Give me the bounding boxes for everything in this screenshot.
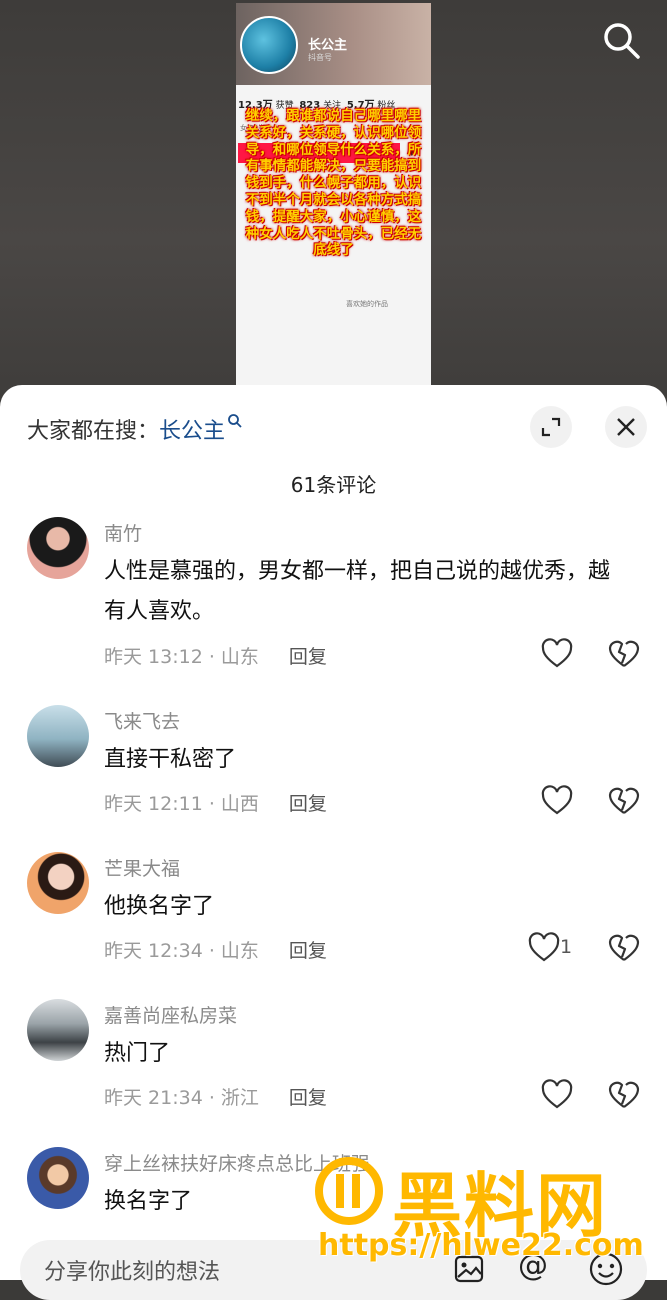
user-avatar[interactable] (27, 705, 89, 767)
comment-text: 人性是慕强的，男女都一样，把自己说的越优秀，越有人喜欢。 (104, 559, 611, 624)
close-icon (617, 418, 635, 436)
comment-username[interactable]: 南竹 (104, 519, 142, 546)
video-overlay-text: 继续，跟谁都说自己哪里哪里关系好，关系硬，认识哪位领导，和哪位领导什么关系，所有… (245, 108, 422, 259)
comment-count: 61条评论 (290, 473, 377, 497)
heart-icon[interactable] (540, 784, 574, 818)
reply-button[interactable]: 回复 (289, 793, 327, 815)
small-search-icon (228, 414, 242, 428)
comment-text: 直接干私密了 (104, 747, 237, 772)
expand-button[interactable] (530, 406, 572, 448)
profile-name: 长公主 (308, 38, 348, 53)
heart-icon[interactable] (540, 637, 574, 671)
heart-icon[interactable] (527, 931, 561, 965)
hot-search: 大家都在搜：长公主 (27, 413, 243, 445)
comment-text: 换名字了 (104, 1189, 193, 1214)
comment-text: 热门了 (104, 1041, 171, 1066)
like-count: 1 (560, 936, 573, 958)
reply-button[interactable]: 回复 (289, 1087, 327, 1109)
comment-text: 他换名字了 (104, 894, 215, 919)
comment-meta: 昨天 21:34 · 浙江 回复 (104, 1083, 327, 1110)
comment-username[interactable]: 嘉善尚座私房菜 (104, 1001, 237, 1028)
comment-time: 昨天 12:34 · 山东 (104, 940, 259, 962)
profile-header: 长公主 抖音号 (236, 3, 431, 85)
comment-input[interactable]: 分享你此刻的想法 @ (20, 1240, 647, 1300)
hot-search-link[interactable]: 长公主 (159, 419, 225, 444)
profile-avatar (240, 16, 298, 74)
comment-meta: 昨天 12:11 · 山西 回复 (104, 789, 327, 816)
hot-search-label: 大家都在搜： (27, 419, 160, 444)
broken-heart-icon[interactable] (606, 784, 642, 818)
comment-meta: 昨天 12:34 · 山东 回复 (104, 936, 327, 963)
expand-icon (541, 417, 561, 437)
comment-time: 昨天 13:12 · 山东 (104, 646, 259, 668)
user-avatar[interactable] (27, 1147, 89, 1209)
comment-meta: 昨天 13:12 · 山东 回复 (104, 642, 327, 669)
reply-button[interactable]: 回复 (289, 646, 327, 668)
comment-time: 昨天 21:34 · 浙江 (104, 1087, 259, 1109)
comment-sheet: 大家都在搜：长公主 61条评论 南竹 人性是慕强的，男女都一样，把自己说的越优秀… (0, 385, 667, 1300)
user-avatar[interactable] (27, 517, 89, 579)
image-icon[interactable] (452, 1252, 486, 1286)
mention-icon[interactable]: @ (518, 1248, 548, 1283)
profile-subtitle: 抖音号 (308, 53, 332, 62)
broken-heart-icon[interactable] (606, 931, 642, 965)
video-preview[interactable]: 长公主 抖音号 12.3万 获赞 823 关注 5.7万 粉丝 女 35岁 ▼ … (236, 3, 431, 385)
comment-username[interactable]: 芒果大福 (104, 854, 180, 881)
heart-icon[interactable] (540, 1078, 574, 1112)
reply-button[interactable]: 回复 (289, 940, 327, 962)
close-button[interactable] (605, 406, 647, 448)
emoji-icon[interactable] (587, 1250, 625, 1288)
search-icon[interactable] (601, 20, 641, 60)
comment-username[interactable]: 飞来飞去 (104, 707, 180, 734)
user-avatar[interactable] (27, 852, 89, 914)
works-label: 喜欢她的作品 (346, 300, 388, 308)
broken-heart-icon[interactable] (606, 637, 642, 671)
user-avatar[interactable] (27, 999, 89, 1061)
broken-heart-icon[interactable] (606, 1078, 642, 1112)
comment-input-placeholder: 分享你此刻的想法 (44, 1260, 221, 1285)
comment-time: 昨天 12:11 · 山西 (104, 793, 259, 815)
comment-username[interactable]: 穿上丝袜扶好床疼点总比上班强 (104, 1149, 370, 1176)
